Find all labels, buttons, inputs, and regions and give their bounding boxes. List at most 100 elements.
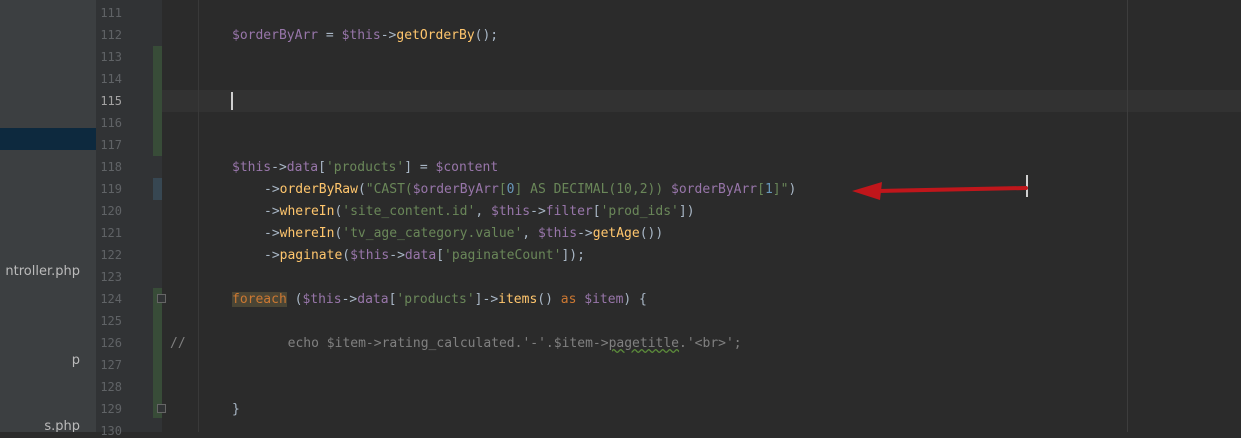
line-number: 127 xyxy=(100,358,122,372)
line-number: 111 xyxy=(100,6,122,20)
vcs-added-marker[interactable] xyxy=(153,46,162,156)
current-line-highlight xyxy=(162,90,1241,112)
code-token: ) xyxy=(788,182,797,197)
line-number: 123 xyxy=(100,270,122,284)
code-token: whereIn xyxy=(279,226,335,241)
code-line-129[interactable]: } xyxy=(162,399,240,421)
vcs-modified-marker[interactable] xyxy=(153,178,162,200)
line-number: 114 xyxy=(100,72,122,86)
code-token: [ xyxy=(318,160,326,175)
line-number: 112 xyxy=(100,28,122,42)
code-token: -> xyxy=(264,226,280,241)
text-caret xyxy=(231,92,233,110)
code-token: -> xyxy=(264,182,280,197)
code-token: = xyxy=(318,28,342,43)
code-token: as xyxy=(560,292,577,307)
line-number: 119 xyxy=(100,182,122,196)
code-token: paginate xyxy=(279,248,343,263)
code-token: $this xyxy=(491,204,531,219)
line-number: 125 xyxy=(100,314,122,328)
code-token: filter xyxy=(545,204,593,219)
code-line-120[interactable]: ->whereIn('site_content.id', $this->filt… xyxy=(162,201,695,223)
code-token: , xyxy=(522,226,538,241)
code-token: 'products' xyxy=(396,292,475,307)
line-number: 129 xyxy=(100,402,122,416)
code-line-112[interactable]: $orderByArr = $this->getOrderBy(); xyxy=(162,25,498,47)
code-token: () xyxy=(537,292,561,307)
code-token: ]) xyxy=(678,204,695,219)
code-token: -> xyxy=(341,292,358,307)
line-number: 122 xyxy=(100,248,122,262)
project-tree-item[interactable]: p xyxy=(72,353,80,368)
code-token: -> xyxy=(530,204,546,219)
line-number: 124 xyxy=(100,292,122,306)
code-token: $orderByArr xyxy=(232,28,319,43)
code-token: $this xyxy=(350,248,390,263)
code-line-122[interactable]: ->paginate($this->data['paginateCount'])… xyxy=(162,245,585,267)
code-token: -> xyxy=(264,204,280,219)
code-token: 'paginateCount' xyxy=(444,248,562,263)
code-token: -> xyxy=(577,226,593,241)
line-number: 116 xyxy=(100,116,122,130)
code-token: $this xyxy=(232,160,272,175)
code-token: 'site_content.id' xyxy=(342,204,476,219)
code-line-124[interactable]: foreach ($this->data['products']->items(… xyxy=(162,289,647,311)
code-token: 1 xyxy=(764,182,773,197)
code-line-119[interactable]: ->orderByRaw("CAST($orderByArr[0] AS DEC… xyxy=(162,179,796,201)
line-number: 126 xyxy=(100,336,122,350)
code-line-121[interactable]: ->whereIn('tv_age_category.value', $this… xyxy=(162,223,663,245)
code-token: "CAST( xyxy=(365,182,413,197)
code-token: 'products' xyxy=(325,160,405,175)
code-token: (); xyxy=(474,28,499,43)
code-token: whereIn xyxy=(279,204,335,219)
code-token: getAge xyxy=(592,226,640,241)
code-token: ( xyxy=(357,182,366,197)
code-token: , xyxy=(475,204,491,219)
code-token: AS DECIMAL(10,2)) xyxy=(522,182,672,197)
code-token: $orderByArr xyxy=(412,182,499,197)
code-token: $item xyxy=(584,292,624,307)
code-token: echo $item->rating_calculated.'-'.$item-… xyxy=(287,336,609,351)
code-token: foreach xyxy=(232,292,287,307)
code-token: ) { xyxy=(623,292,647,307)
line-number: 113 xyxy=(100,50,122,64)
code-token: ( xyxy=(286,292,303,307)
code-token: [ xyxy=(436,248,445,263)
code-token: data xyxy=(404,248,437,263)
code-token: [ xyxy=(498,182,507,197)
code-token: $this xyxy=(302,292,342,307)
code-token: orderByRaw xyxy=(279,182,358,197)
annotation-arrow-shaft xyxy=(876,186,1028,193)
line-number: 128 xyxy=(100,380,122,394)
code-token: ] = xyxy=(404,160,436,175)
code-token: .'<br>'; xyxy=(679,336,742,351)
project-tree-selected-row[interactable] xyxy=(0,128,96,150)
code-token: ]); xyxy=(561,248,585,263)
code-line-118[interactable]: $this->data['products'] = $content xyxy=(162,157,498,179)
line-number: 130 xyxy=(100,424,122,438)
code-token: items xyxy=(498,292,538,307)
code-token: -> xyxy=(380,28,397,43)
code-token: -> xyxy=(389,248,405,263)
project-tree-item[interactable]: ntroller.php xyxy=(5,264,80,279)
code-token: } xyxy=(232,402,240,417)
annotation-arrow-icon xyxy=(852,182,1028,200)
annotation-arrow-head xyxy=(852,182,882,200)
code-token: ()) xyxy=(639,226,664,241)
code-token: [ xyxy=(757,182,765,197)
code-token: $content xyxy=(435,160,499,175)
code-token: data xyxy=(286,160,319,175)
code-token: ( xyxy=(342,248,351,263)
project-tree: ntroller.php p s.php xyxy=(0,0,96,432)
code-token: data xyxy=(357,292,389,307)
vcs-added-marker[interactable] xyxy=(153,288,162,418)
code-token: getOrderBy xyxy=(396,28,475,43)
code-line-126[interactable]: // echo $item->rating_calculated.'-'.$ite… xyxy=(162,333,742,355)
line-number: 117 xyxy=(100,138,122,152)
line-number: 121 xyxy=(100,226,122,240)
code-token: $this xyxy=(537,226,578,241)
code-token: -> xyxy=(271,160,287,175)
code-token: pagetitle xyxy=(608,336,680,351)
project-tree-item[interactable]: s.php xyxy=(44,419,80,432)
line-number-active: 115 xyxy=(100,94,122,108)
